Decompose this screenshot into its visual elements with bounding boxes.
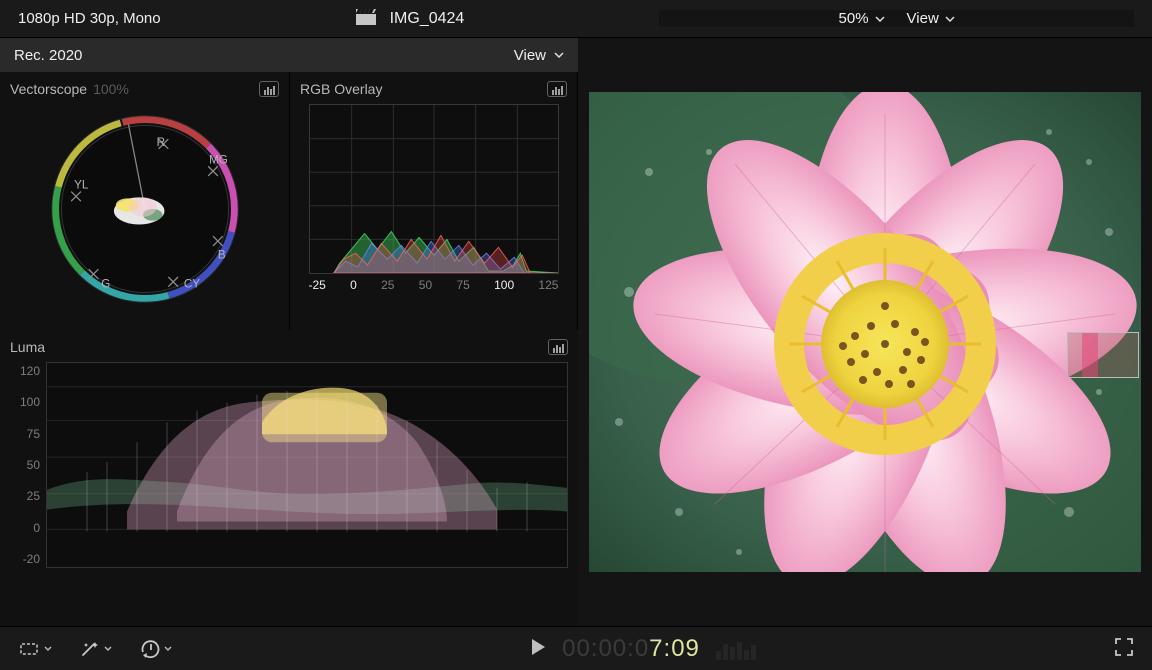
luma-panel: Luma 120 100 75 50 25 0 -20: [0, 330, 578, 584]
vectorscope-target-r: R: [156, 136, 164, 149]
timecode-live: 7:09: [649, 635, 700, 662]
luma-waveform: 120 100 75 50 25 0 -20: [10, 362, 568, 568]
clapperboard-icon: [356, 9, 376, 28]
viewer-canvas-area: [578, 38, 1152, 626]
clip-name: IMG_0424: [390, 10, 465, 28]
fullscreen-button[interactable]: [1114, 637, 1134, 660]
vectorscope-graticule: R MG B CY G YL: [10, 104, 279, 314]
rgb-overlay-title: RGB Overlay: [300, 81, 382, 97]
vectorscope-target-b: B: [217, 249, 225, 262]
luma-title: Luma: [10, 339, 45, 355]
audio-meter-icon: [716, 638, 756, 660]
play-button[interactable]: [530, 638, 546, 659]
chevron-down-icon: [945, 16, 955, 22]
vectorscope-target-cy: CY: [183, 278, 199, 291]
chevron-down-icon: [875, 16, 885, 22]
scope-settings-icon[interactable]: [548, 339, 568, 355]
rgb-overlay-chart: -25 0 25 50 75 100 125: [309, 104, 559, 300]
viewer-selection-overlay[interactable]: [1067, 332, 1139, 378]
retime-tool-dropdown[interactable]: [140, 640, 172, 658]
color-space-label[interactable]: Rec. 2020: [14, 47, 82, 64]
rgb-overlay-xaxis: -25 0 25 50 75 100 125: [309, 274, 559, 292]
view-label: View: [907, 10, 939, 27]
scopes-view-label: View: [514, 47, 546, 64]
range-tool-dropdown[interactable]: [18, 641, 52, 657]
vectorscope-scale: 100%: [93, 81, 129, 97]
scopes-view-dropdown[interactable]: View: [514, 47, 564, 64]
viewer-top-bar: 1080p HD 30p, Mono IMG_0424 50% View: [0, 0, 1152, 38]
zoom-value: 50%: [839, 10, 869, 27]
scope-settings-icon[interactable]: [547, 81, 567, 97]
format-label: 1080p HD 30p, Mono: [18, 10, 161, 27]
timecode-display[interactable]: 00:00:07:09: [562, 634, 700, 663]
rgb-overlay-panel: RGB Overlay: [290, 72, 578, 330]
enhancement-tool-dropdown[interactable]: [80, 640, 112, 658]
vectorscope-target-mg: MG: [209, 153, 228, 166]
zoom-dropdown[interactable]: 50%: [839, 10, 885, 27]
vectorscope-target-yl: YL: [74, 179, 89, 192]
scope-settings-icon[interactable]: [259, 81, 279, 97]
viewer-frame[interactable]: [589, 92, 1141, 572]
timecode-dim: 00:00:0: [562, 635, 649, 662]
chevron-down-icon: [554, 52, 564, 58]
transport-bar: 00:00:07:09: [0, 626, 1152, 670]
vectorscope-target-g: G: [101, 278, 110, 291]
scopes-pane: Rec. 2020 View Vectorscope 100%: [0, 38, 578, 626]
scopes-header: Rec. 2020 View: [0, 38, 578, 72]
vectorscope-panel: Vectorscope 100%: [0, 72, 290, 330]
luma-yaxis: 120 100 75 50 25 0 -20: [10, 362, 46, 568]
viewer-view-dropdown[interactable]: View: [907, 10, 955, 27]
vectorscope-title: Vectorscope: [10, 81, 87, 97]
